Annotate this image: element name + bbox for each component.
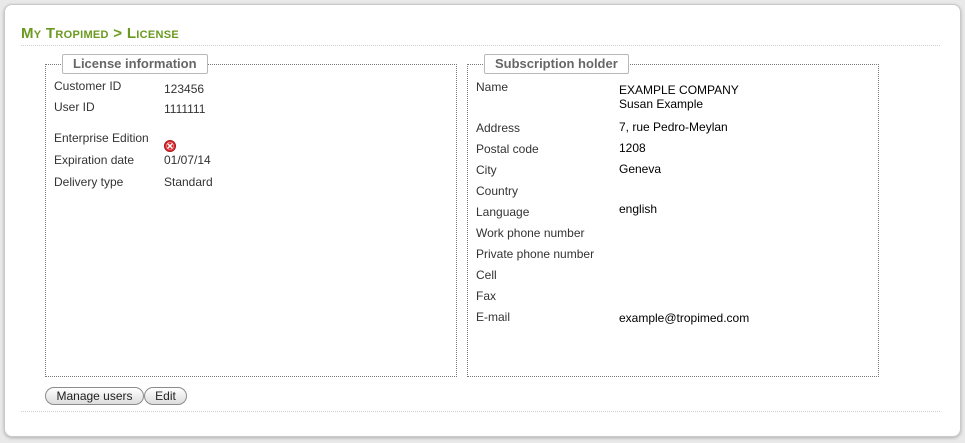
license-panel: License information Customer ID 123456 U… <box>45 54 457 377</box>
language-value: english <box>619 202 658 216</box>
address-value: 7, rue Pedro-Meylan <box>619 120 728 134</box>
city-label: City <box>476 163 497 177</box>
error-x-icon <box>164 140 176 152</box>
expiration-date-label: Expiration date <box>54 153 135 167</box>
city-value: Geneva <box>619 162 662 176</box>
language-label: Language <box>476 205 530 219</box>
postal-code-value: 1208 <box>619 141 646 155</box>
edit-button[interactable]: Edit <box>144 387 187 405</box>
user-id-label: User ID <box>54 100 95 114</box>
cell-label: Cell <box>476 268 497 282</box>
address-label: Address <box>476 121 521 135</box>
enterprise-edition-label: Enterprise Edition <box>54 131 149 145</box>
breadcrumb-current: License <box>126 25 180 42</box>
work-phone-label: Work phone number <box>476 226 585 240</box>
email-label: E-mail <box>476 310 511 324</box>
subscription-holder-title: Subscription holder <box>484 54 629 74</box>
manage-users-button[interactable]: Manage users <box>45 387 144 405</box>
postal-code-label: Postal code <box>476 142 539 156</box>
user-id-value: 1111111 <box>164 102 206 116</box>
subscription-holder-panel: Subscription holder Name EXAMPLE COMPANY… <box>467 54 879 377</box>
delivery-type-value: Standard <box>164 175 213 189</box>
country-label: Country <box>476 184 519 198</box>
customer-id-value: 123456 <box>164 82 205 96</box>
delivery-type-label: Delivery type <box>54 175 124 189</box>
customer-id-label: Customer ID <box>54 79 122 93</box>
breadcrumb-separator: > <box>113 25 123 42</box>
breadcrumb: My Tropimed > License <box>21 25 179 42</box>
license-panel-title: License information <box>62 54 208 74</box>
email-value: example@tropimed.com <box>619 311 750 325</box>
name-label: Name <box>476 80 509 94</box>
company-name-value: EXAMPLE COMPANY <box>619 83 739 97</box>
main-card: My Tropimed > License License informatio… <box>4 4 961 437</box>
private-phone-label: Private phone number <box>476 247 595 261</box>
breadcrumb-root[interactable]: My Tropimed <box>21 25 109 42</box>
person-name-value: Susan Example <box>619 97 704 111</box>
fax-label: Fax <box>476 289 497 303</box>
header-divider <box>21 45 940 46</box>
footer-divider <box>21 411 940 412</box>
expiration-date-value: 01/07/14 <box>164 153 211 167</box>
